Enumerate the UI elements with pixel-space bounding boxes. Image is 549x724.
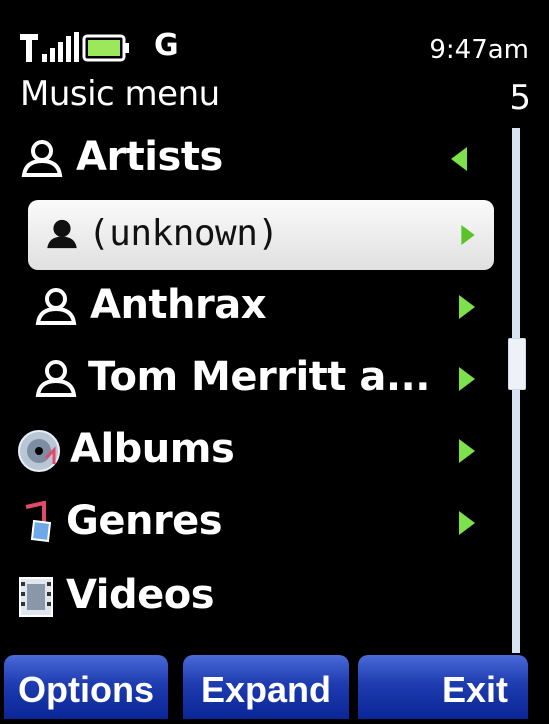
video-icon (19, 577, 53, 617)
expand-softkey[interactable]: Expand (183, 655, 349, 719)
menu-item-label: Albums (70, 426, 235, 473)
menu-item-label: Tom Merritt a... (88, 354, 430, 401)
scrollbar-thumb[interactable] (508, 338, 526, 390)
chevron-right-icon (459, 295, 475, 319)
chevron-right-icon (459, 439, 475, 463)
softkey-label: Options (18, 669, 154, 710)
menu-item-anthrax[interactable]: Anthrax (0, 274, 505, 340)
menu-item-videos[interactable]: Videos (0, 564, 505, 630)
network-indicator: G (154, 28, 179, 63)
menu-item-label: Genres (66, 498, 223, 545)
clock: 9:47am (429, 35, 529, 65)
chevron-right-icon (459, 511, 475, 535)
scrollbar-track[interactable] (512, 128, 520, 653)
album-icon (18, 430, 60, 472)
menu-item-artists[interactable]: Artists (0, 126, 505, 192)
menu-item-unknown[interactable]: (unknown) (28, 200, 494, 270)
menu-item-tom-merritt[interactable]: Tom Merritt a... (0, 346, 505, 412)
genre-icon (25, 501, 52, 543)
menu-item-albums[interactable]: Albums (0, 418, 505, 484)
softkey-bar: Options Expand Exit (0, 655, 549, 724)
menu-item-label: (unknown) (88, 212, 279, 254)
menu-item-label: Artists (76, 134, 223, 181)
page-title: Music menu (20, 74, 220, 114)
softkey-label: Expand (200, 669, 332, 710)
chevron-left-icon (451, 147, 467, 171)
artist-icon (47, 219, 77, 249)
options-softkey[interactable]: Options (4, 655, 168, 719)
artist-icon (35, 360, 77, 397)
item-count: 5 (509, 78, 531, 118)
chevron-right-icon (461, 225, 475, 245)
artist-icon (35, 288, 77, 325)
artist-icon (21, 140, 63, 177)
exit-softkey[interactable]: Exit (358, 655, 528, 719)
menu-item-label: Anthrax (90, 282, 267, 329)
signal-battery-icon (20, 32, 129, 62)
menu-item-genres[interactable]: Genres (0, 490, 505, 556)
chevron-right-icon (459, 367, 475, 391)
softkey-label: Exit (441, 669, 508, 710)
status-bar: G 9:47am (0, 0, 549, 80)
menu-item-label: Videos (66, 572, 215, 619)
